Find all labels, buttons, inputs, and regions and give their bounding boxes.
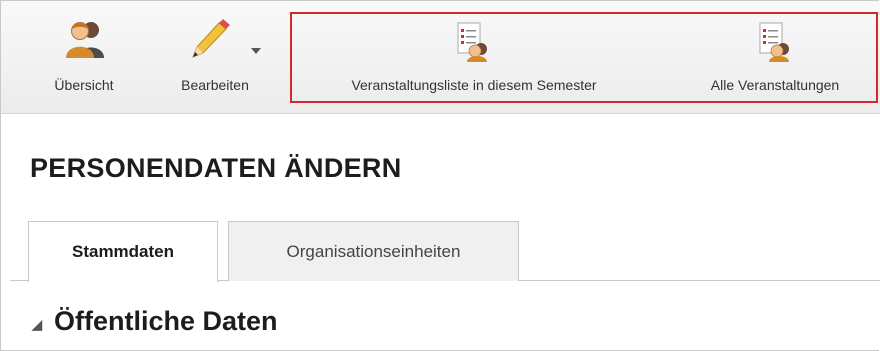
toolbar: Übersicht Bearbeiten Veranstaltungsliste… bbox=[1, 1, 880, 114]
page-title: PERSONENDATEN ÄNDERN bbox=[30, 153, 402, 183]
triangle-down-icon[interactable]: ◢ bbox=[32, 317, 42, 333]
tab-label: Stammdaten bbox=[71, 242, 175, 261]
section-header[interactable]: ◢ Öffentliche Daten bbox=[32, 306, 278, 337]
tab-organisationseinheiten[interactable]: Organisationseinheiten bbox=[228, 221, 519, 281]
overview-button[interactable]: Übersicht bbox=[34, 1, 134, 113]
overview-label: Übersicht bbox=[54, 77, 114, 93]
semester-events-label: Veranstaltungsliste in diesem Semester bbox=[351, 77, 597, 93]
semester-events-button[interactable]: Veranstaltungsliste in diesem Semester bbox=[294, 1, 654, 113]
tab-label: Organisationseinheiten bbox=[286, 241, 461, 261]
all-events-label: Alle Veranstaltungen bbox=[710, 77, 840, 93]
tab-stammdaten[interactable]: Stammdaten bbox=[28, 221, 218, 282]
all-events-button[interactable]: Alle Veranstaltungen bbox=[677, 1, 873, 113]
section-title: Öffentliche Daten bbox=[54, 306, 278, 336]
users-icon bbox=[64, 18, 106, 65]
pencil-icon bbox=[189, 17, 237, 66]
edit-label: Bearbeiten bbox=[181, 77, 249, 93]
event-list-icon bbox=[457, 22, 491, 67]
chevron-down-icon[interactable] bbox=[251, 41, 261, 59]
event-list-icon bbox=[759, 22, 793, 67]
edit-button[interactable]: Bearbeiten bbox=[159, 1, 271, 113]
